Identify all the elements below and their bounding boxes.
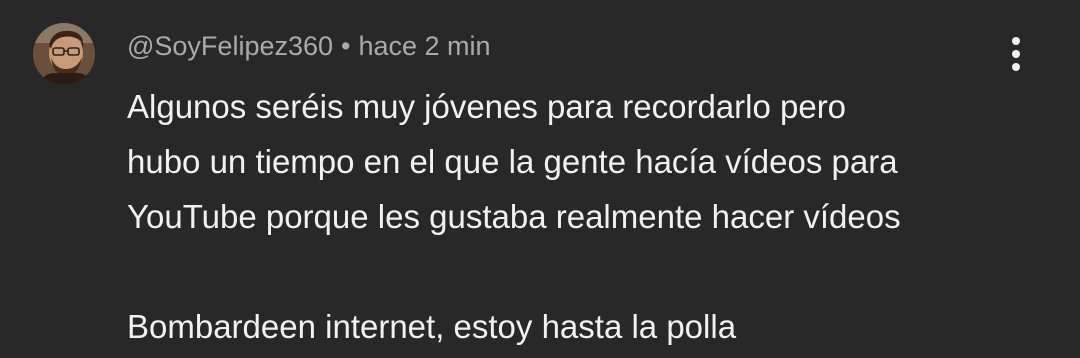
comment-line: Bombardeen internet, estoy hasta la poll… [127,308,737,345]
comment-card: @SoyFelipez360 • hace 2 min Algunos seréis… [0,0,1080,358]
comment-line: Algunos seréis muy jóvenes para recordar… [127,88,847,125]
avatar[interactable] [33,23,95,85]
comment-text: Algunos seréis muy jóvenes para recordar… [127,79,1027,354]
meta-separator: • [341,31,351,61]
comment-meta: @SoyFelipez360 • hace 2 min [127,30,491,62]
comment-timestamp[interactable]: hace 2 min [358,31,490,61]
more-vertical-icon [1012,37,1020,71]
user-avatar-icon [33,23,95,85]
comment-line: hubo un tiempo en el que la gente hacía … [127,143,898,180]
author-name[interactable]: @SoyFelipez360 [127,31,333,61]
more-options-button[interactable] [996,32,1036,76]
comment-line: YouTube porque les gustaba realmente hac… [127,198,901,235]
